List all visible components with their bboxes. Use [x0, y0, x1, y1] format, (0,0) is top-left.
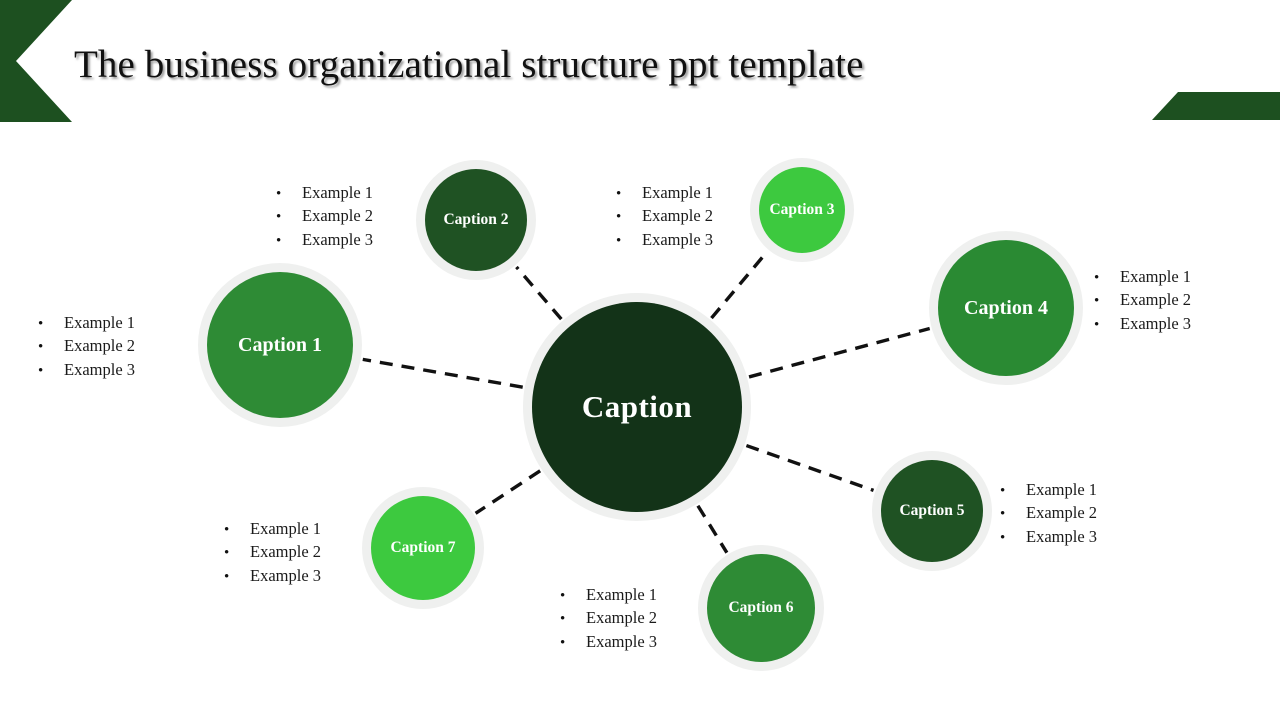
- bullet-point-icon: •: [1000, 529, 1006, 546]
- bullet-point-icon: •: [276, 209, 282, 226]
- bullet-point-icon: •: [616, 209, 622, 226]
- node-caption-7[interactable]: Caption 7: [371, 496, 475, 600]
- list-item-label: Example 1: [1026, 480, 1098, 499]
- hub-node-label: Caption: [581, 389, 693, 424]
- bullet-list-caption-7: • Example 1 • Example 2 • Example 3: [224, 518, 321, 588]
- connector-line-caption-1: [362, 357, 524, 389]
- list-item: • Example 2: [224, 541, 321, 564]
- list-item: • Example 2: [1000, 502, 1097, 525]
- list-item: • Example 1: [38, 312, 135, 335]
- bullet-point-icon: •: [1094, 293, 1100, 310]
- node-caption-5-label: Caption 5: [899, 502, 965, 519]
- node-caption-6-label: Caption 6: [728, 599, 794, 616]
- bullet-list-caption-5: • Example 1 • Example 2 • Example 3: [1000, 479, 1097, 549]
- connector-line-caption-2: [515, 265, 563, 321]
- node-caption-4[interactable]: Caption 4: [938, 240, 1074, 376]
- connector-line-caption-3: [710, 250, 769, 320]
- list-item: • Example 3: [276, 229, 373, 252]
- list-item: • Example 3: [224, 565, 321, 588]
- list-item: • Example 3: [38, 359, 135, 382]
- list-item-label: Example 3: [642, 229, 714, 249]
- connector-line-caption-5: [745, 443, 875, 492]
- bullet-point-icon: •: [224, 522, 230, 538]
- bullet-point-icon: •: [1000, 483, 1006, 499]
- list-item: • Example 2: [1094, 289, 1191, 312]
- connector-line-caption-7: [474, 469, 542, 515]
- slide-canvas: The business organizational structure pp…: [0, 0, 1280, 720]
- node-caption-6[interactable]: Caption 6: [707, 554, 815, 662]
- bullet-point-icon: •: [276, 232, 282, 249]
- node-caption-4-label: Caption 4: [964, 296, 1048, 319]
- list-item-label: Example 1: [642, 183, 714, 202]
- node-caption-1-label: Caption 1: [238, 333, 322, 356]
- node-caption-3[interactable]: Caption 3: [759, 167, 845, 253]
- bullet-list-caption-1: • Example 1 • Example 2 • Example 3: [38, 312, 135, 382]
- list-item-label: Example 1: [302, 183, 374, 202]
- list-item: • Example 3: [1000, 526, 1097, 549]
- list-item: • Example 3: [616, 229, 713, 252]
- bullet-point-icon: •: [224, 545, 230, 562]
- list-item: • Example 1: [1000, 479, 1097, 502]
- bullet-list-caption-3: • Example 1 • Example 2 • Example 3: [616, 182, 713, 252]
- bullet-point-icon: •: [560, 634, 566, 651]
- list-item-label: Example 2: [586, 608, 658, 628]
- list-item-label: Example 3: [586, 631, 658, 651]
- list-item-label: Example 3: [1026, 526, 1098, 546]
- list-item-label: Example 2: [1026, 503, 1098, 523]
- node-caption-3-label: Caption 3: [769, 201, 835, 218]
- bullet-point-icon: •: [276, 186, 282, 202]
- list-item: • Example 3: [1094, 313, 1191, 336]
- bullet-point-icon: •: [616, 232, 622, 249]
- bullet-point-icon: •: [38, 362, 44, 379]
- bullet-point-icon: •: [1094, 316, 1100, 333]
- list-item: • Example 2: [616, 205, 713, 228]
- list-item-label: Example 2: [302, 206, 374, 226]
- bullet-point-icon: •: [38, 339, 44, 356]
- list-item-label: Example 3: [1120, 313, 1192, 333]
- bullet-point-icon: •: [616, 186, 622, 202]
- list-item-label: Example 3: [64, 359, 136, 379]
- list-item: • Example 1: [1094, 266, 1191, 289]
- list-item: • Example 1: [276, 182, 373, 205]
- bullet-list-caption-4: • Example 1 • Example 2 • Example 3: [1094, 266, 1191, 336]
- list-item-label: Example 2: [64, 336, 136, 356]
- node-caption-2[interactable]: Caption 2: [425, 169, 527, 271]
- list-item: • Example 1: [616, 182, 713, 205]
- connector-line-caption-6: [696, 504, 729, 554]
- bullet-point-icon: •: [1094, 270, 1100, 286]
- bullet-point-icon: •: [38, 316, 44, 332]
- list-item: • Example 2: [560, 607, 657, 630]
- list-item-label: Example 1: [64, 313, 136, 332]
- hub-node-caption[interactable]: Caption: [532, 302, 742, 512]
- node-caption-1[interactable]: Caption 1: [207, 272, 353, 418]
- list-item-label: Example 1: [1120, 267, 1192, 286]
- connector-line-caption-4: [748, 326, 931, 379]
- bullet-point-icon: •: [560, 611, 566, 628]
- list-item: • Example 2: [276, 205, 373, 228]
- node-caption-5[interactable]: Caption 5: [881, 460, 983, 562]
- list-item-label: Example 1: [250, 519, 322, 538]
- list-item-label: Example 2: [642, 206, 714, 226]
- list-item: • Example 2: [38, 335, 135, 358]
- list-item-label: Example 2: [1120, 290, 1192, 310]
- bullet-point-icon: •: [224, 568, 230, 585]
- node-caption-2-label: Caption 2: [443, 211, 509, 228]
- list-item-label: Example 1: [586, 585, 658, 604]
- node-caption-7-label: Caption 7: [390, 539, 456, 556]
- list-item-label: Example 3: [302, 229, 374, 249]
- list-item: • Example 3: [560, 631, 657, 654]
- list-item: • Example 1: [560, 584, 657, 607]
- list-item-label: Example 2: [250, 542, 322, 562]
- bullet-point-icon: •: [1000, 506, 1006, 523]
- bullet-list-caption-6: • Example 1 • Example 2 • Example 3: [560, 584, 657, 654]
- bullet-point-icon: •: [560, 588, 566, 604]
- list-item: • Example 1: [224, 518, 321, 541]
- list-item-label: Example 3: [250, 565, 322, 585]
- bullet-list-caption-2: • Example 1 • Example 2 • Example 3: [276, 182, 373, 252]
